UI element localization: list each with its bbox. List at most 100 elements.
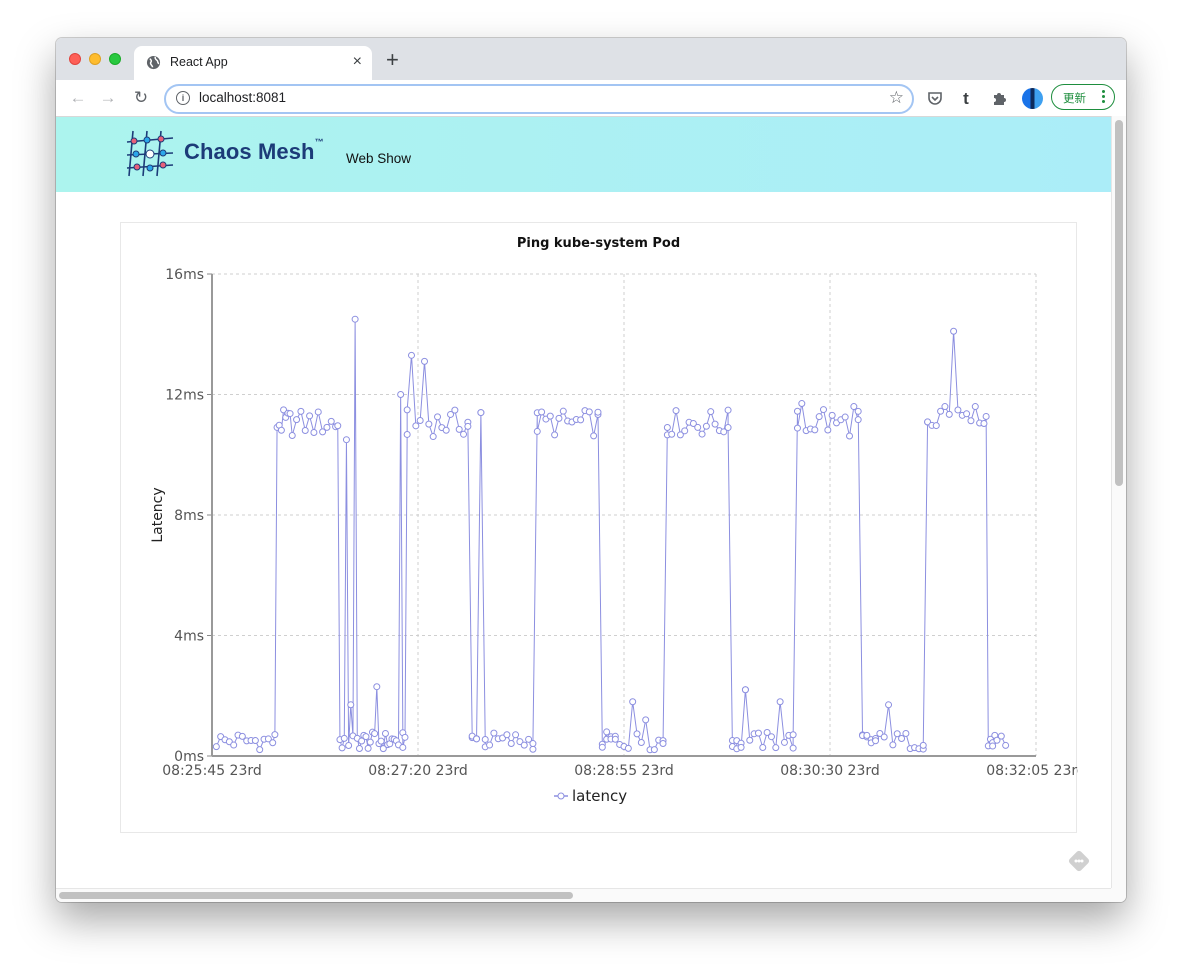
latency-data-point bbox=[594, 408, 602, 416]
latency-data-point bbox=[407, 351, 415, 359]
latency-data-point bbox=[355, 745, 363, 753]
tab-close-icon[interactable]: × bbox=[353, 53, 362, 71]
vertical-scroll-thumb[interactable] bbox=[1115, 120, 1123, 486]
latency-data-point bbox=[780, 738, 788, 746]
latency-data-point bbox=[269, 739, 277, 747]
globe-icon bbox=[146, 55, 161, 70]
latency-data-point bbox=[520, 741, 528, 749]
tab-react-app[interactable]: React App × bbox=[134, 46, 372, 80]
latency-data-point bbox=[872, 737, 880, 745]
forward-icon[interactable]: → bbox=[98, 88, 118, 108]
latency-data-point bbox=[416, 416, 424, 424]
new-tab-button[interactable]: + bbox=[386, 49, 399, 71]
latency-data-point bbox=[659, 740, 667, 748]
latency-data-point bbox=[460, 430, 468, 438]
latency-data-point bbox=[629, 698, 637, 706]
latency-data-point bbox=[397, 391, 405, 398]
latency-data-point bbox=[377, 737, 385, 745]
tab-title: React App bbox=[170, 55, 228, 69]
scroll-corner bbox=[1111, 888, 1126, 902]
latency-data-point bbox=[789, 731, 797, 739]
x-tick-label: 08:25:45 23rd bbox=[162, 763, 262, 779]
back-icon[interactable]: ← bbox=[68, 88, 88, 108]
latency-data-point bbox=[885, 701, 893, 709]
latency-data-point bbox=[811, 426, 819, 434]
latency-data-point bbox=[889, 741, 897, 749]
url-text[interactable]: localhost:8081 bbox=[199, 90, 286, 105]
update-button[interactable]: 更新 bbox=[1051, 84, 1115, 110]
latency-data-point bbox=[399, 743, 407, 751]
latency-data-point bbox=[251, 737, 259, 745]
latency-data-point bbox=[364, 744, 372, 752]
latency-data-point bbox=[429, 433, 437, 441]
latency-data-point bbox=[793, 424, 801, 432]
latency-data-point bbox=[503, 731, 511, 739]
latency-data-point bbox=[288, 431, 296, 439]
browser-window: React App × + ← → ↻ i localhost:8081 ☆ t… bbox=[56, 38, 1126, 902]
vertical-scrollbar[interactable] bbox=[1111, 116, 1126, 888]
latency-data-point bbox=[789, 744, 797, 752]
latency-data-point bbox=[980, 419, 988, 427]
extensions-icon[interactable] bbox=[990, 89, 1008, 107]
y-tick-label: 8ms bbox=[174, 508, 204, 524]
latency-data-point bbox=[854, 416, 862, 424]
latency-data-point bbox=[724, 406, 732, 414]
latency-data-point bbox=[347, 701, 355, 709]
latency-data-point bbox=[598, 743, 606, 751]
minimize-window-button[interactable] bbox=[89, 53, 101, 65]
latency-data-point bbox=[230, 741, 238, 749]
horizontal-scroll-thumb[interactable] bbox=[59, 892, 573, 899]
latency-data-point bbox=[477, 409, 485, 417]
latency-data-point bbox=[512, 731, 520, 739]
latency-data-point bbox=[902, 729, 910, 737]
horizontal-scrollbar[interactable] bbox=[56, 888, 1111, 902]
latency-data-point bbox=[590, 432, 598, 440]
latency-data-point bbox=[340, 734, 348, 742]
profile-avatar[interactable] bbox=[1022, 88, 1043, 109]
latency-data-point bbox=[982, 412, 990, 420]
star-icon[interactable]: ☆ bbox=[889, 88, 904, 108]
latency-data-point bbox=[707, 408, 715, 416]
address-bar[interactable]: i localhost:8081 ☆ bbox=[164, 84, 914, 114]
brand-name: Chaos Mesh™ bbox=[184, 137, 324, 165]
latency-data-point bbox=[442, 426, 450, 434]
reload-icon[interactable]: ↻ bbox=[131, 88, 151, 108]
latency-data-point bbox=[941, 403, 949, 411]
latency-data-point bbox=[950, 327, 958, 335]
latency-data-point bbox=[898, 734, 906, 742]
latency-data-point bbox=[611, 735, 619, 743]
latency-data-point bbox=[815, 413, 823, 421]
maximize-window-button[interactable] bbox=[109, 53, 121, 65]
chart-card: Ping kube-system Pod 0ms 4ms 8ms 12ms 16ms 08… bbox=[120, 222, 1078, 833]
feedback-icon[interactable] bbox=[1066, 848, 1092, 874]
latency-data-point bbox=[212, 743, 220, 751]
latency-data-point bbox=[403, 430, 411, 438]
app-header: Chaos Mesh™ Web Show bbox=[56, 116, 1111, 192]
latency-data-point bbox=[551, 431, 559, 439]
latency-data-point bbox=[793, 407, 801, 415]
latency-data-point bbox=[798, 400, 806, 408]
pocket-icon[interactable] bbox=[926, 89, 944, 107]
latency-data-point bbox=[841, 413, 849, 421]
menu-icon[interactable] bbox=[1102, 88, 1106, 105]
latency-data-point bbox=[256, 746, 264, 754]
latency-data-point bbox=[323, 423, 331, 431]
info-icon[interactable]: i bbox=[176, 91, 190, 105]
latency-data-point bbox=[694, 423, 702, 431]
y-tick-label: 16ms bbox=[165, 267, 204, 283]
latency-data-point bbox=[767, 733, 775, 741]
latency-data-point bbox=[819, 406, 827, 414]
latency-data-point bbox=[919, 741, 927, 749]
latency-data-point bbox=[698, 430, 706, 438]
close-window-button[interactable] bbox=[69, 53, 81, 65]
x-tick-label: 08:28:55 23rd bbox=[574, 763, 674, 779]
latency-data-point bbox=[403, 406, 411, 414]
latency-data-point bbox=[345, 741, 353, 749]
latency-data-point bbox=[371, 730, 379, 738]
latency-data-point bbox=[306, 412, 314, 420]
nav-web-show[interactable]: Web Show bbox=[346, 151, 411, 166]
latency-data-point bbox=[633, 730, 641, 738]
latency-data-point bbox=[434, 413, 442, 421]
tumblr-icon[interactable]: t bbox=[960, 89, 972, 109]
latency-data-point bbox=[624, 744, 632, 752]
